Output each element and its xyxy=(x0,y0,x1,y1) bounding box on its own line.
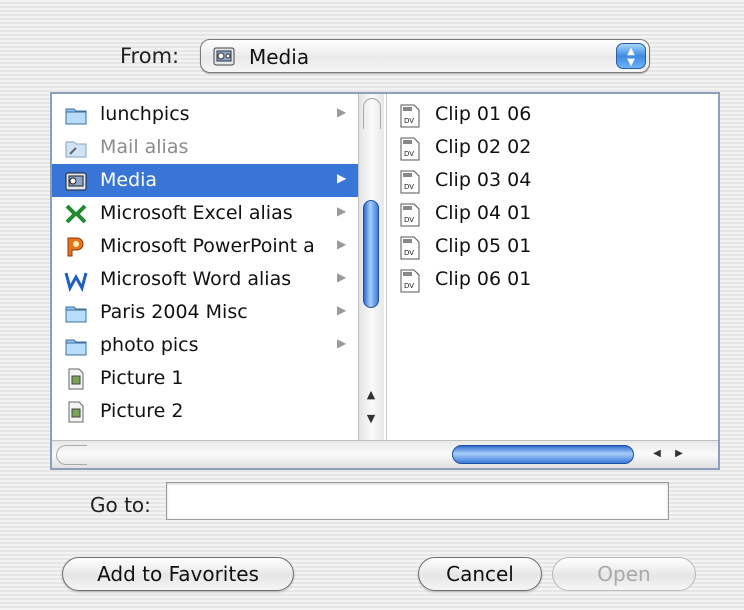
list-item[interactable]: lunchpics ▶ xyxy=(52,98,358,131)
chevron-right-icon: ▶ xyxy=(337,105,347,119)
list-item-label: lunchpics xyxy=(100,103,190,125)
scroll-left-arrow-icon[interactable]: ◀ xyxy=(648,445,666,463)
list-item[interactable]: DV Clip 03 04 xyxy=(399,166,699,199)
popup-arrows-icon: ▲ ▼ xyxy=(616,43,646,69)
scroll-track-top xyxy=(363,98,381,129)
list-item-label: Paris 2004 Misc xyxy=(100,301,248,323)
list-item[interactable]: DV Clip 05 01 xyxy=(399,232,699,265)
vertical-scroll-thumb[interactable] xyxy=(363,200,379,308)
list-item-label: Microsoft Word alias xyxy=(100,268,292,290)
word-icon xyxy=(64,268,88,293)
dv-file-icon: DV xyxy=(399,236,421,260)
list-item-label: Clip 03 04 xyxy=(435,169,532,191)
scroll-right-arrow-icon[interactable]: ▶ xyxy=(670,445,688,463)
list-item[interactable]: Picture 2 xyxy=(52,395,358,428)
powerpoint-icon xyxy=(64,235,88,259)
svg-text:DV: DV xyxy=(404,150,414,158)
goto-label: Go to: xyxy=(90,493,151,517)
list-item-label: Media xyxy=(100,169,158,191)
list-item-label: Picture 2 xyxy=(100,400,184,422)
list-item[interactable]: Microsoft Excel alias ▶ xyxy=(52,197,358,230)
list-item[interactable]: DV Clip 02 02 xyxy=(399,133,699,166)
add-to-favorites-button[interactable]: Add to Favorites xyxy=(62,557,294,591)
list-item[interactable]: Paris 2004 Misc ▶ xyxy=(52,296,358,329)
list-item-label: Clip 01 06 xyxy=(435,103,532,125)
list-item[interactable]: photo pics ▶ xyxy=(52,329,358,362)
horizontal-scroll-thumb[interactable] xyxy=(452,445,634,464)
scroll-up-arrow-icon[interactable]: ▲ xyxy=(359,386,383,404)
list-item[interactable]: DV Clip 06 01 xyxy=(399,265,699,298)
column-browser[interactable]: lunchpics ▶ Mail alias Media ▶ Microsoft… xyxy=(50,92,720,470)
svg-text:DV: DV xyxy=(404,183,414,191)
list-item[interactable]: DV Clip 01 06 xyxy=(399,100,699,133)
folder-icon xyxy=(64,334,88,358)
from-label: From: xyxy=(120,44,180,68)
list-item[interactable]: Mail alias xyxy=(52,131,358,164)
svg-text:DV: DV xyxy=(404,249,414,257)
media-folder-icon xyxy=(213,45,235,67)
dv-file-icon: DV xyxy=(399,104,421,128)
svg-text:DV: DV xyxy=(404,216,414,224)
chevron-right-icon: ▶ xyxy=(337,303,347,317)
list-item[interactable]: Microsoft PowerPoint a ▶ xyxy=(52,230,358,263)
svg-text:DV: DV xyxy=(404,117,414,125)
cancel-button[interactable]: Cancel xyxy=(418,557,542,591)
from-popup[interactable]: Media ▲ ▼ xyxy=(200,39,650,73)
picture-file-icon xyxy=(64,367,88,391)
list-item-label: Mail alias xyxy=(100,136,189,158)
left-column[interactable]: lunchpics ▶ Mail alias Media ▶ Microsoft… xyxy=(52,94,358,440)
chevron-right-icon: ▶ xyxy=(337,270,347,284)
list-item-label: Clip 02 02 xyxy=(435,136,532,158)
scroll-down-arrow-icon[interactable]: ▼ xyxy=(359,410,383,428)
folder-icon xyxy=(64,301,88,325)
excel-icon xyxy=(64,202,88,226)
open-button[interactable]: Open xyxy=(552,557,696,591)
list-item-label: Picture 1 xyxy=(100,367,184,389)
from-popup-value: Media xyxy=(249,45,310,69)
vertical-scrollbar[interactable]: ▲ ▼ xyxy=(358,94,384,440)
alias-icon xyxy=(64,136,88,160)
goto-input[interactable] xyxy=(166,482,669,520)
svg-text:DV: DV xyxy=(404,282,414,290)
scroll-track-left xyxy=(56,445,87,465)
list-item[interactable]: Microsoft Word alias ▶ xyxy=(52,263,358,296)
chevron-right-icon: ▶ xyxy=(337,171,347,185)
right-column[interactable]: DV Clip 01 06 DV Clip 02 02 DV Clip 03 0… xyxy=(386,94,718,440)
folder-icon xyxy=(64,103,88,127)
chevron-right-icon: ▶ xyxy=(337,204,347,218)
dv-file-icon: DV xyxy=(399,137,421,161)
chevron-right-icon: ▶ xyxy=(337,237,347,251)
list-item[interactable]: Picture 1 xyxy=(52,362,358,395)
list-item-label: Clip 05 01 xyxy=(435,235,532,257)
dv-file-icon: DV xyxy=(399,203,421,227)
list-item-label: Clip 04 01 xyxy=(435,202,532,224)
dv-file-icon: DV xyxy=(399,170,421,194)
chevron-right-icon: ▶ xyxy=(337,336,347,350)
picture-file-icon xyxy=(64,400,88,424)
list-item-label: Microsoft PowerPoint a xyxy=(100,235,315,257)
list-item[interactable]: DV Clip 04 01 xyxy=(399,199,699,232)
list-item-label: Microsoft Excel alias xyxy=(100,202,293,224)
list-item-label: Clip 06 01 xyxy=(435,268,532,290)
horizontal-scrollbar[interactable]: ◀ ▶ xyxy=(52,440,718,468)
list-item-selected[interactable]: Media ▶ xyxy=(52,164,358,197)
list-item-label: photo pics xyxy=(100,334,199,356)
media-folder-icon xyxy=(64,169,88,193)
dv-file-icon: DV xyxy=(399,269,421,293)
